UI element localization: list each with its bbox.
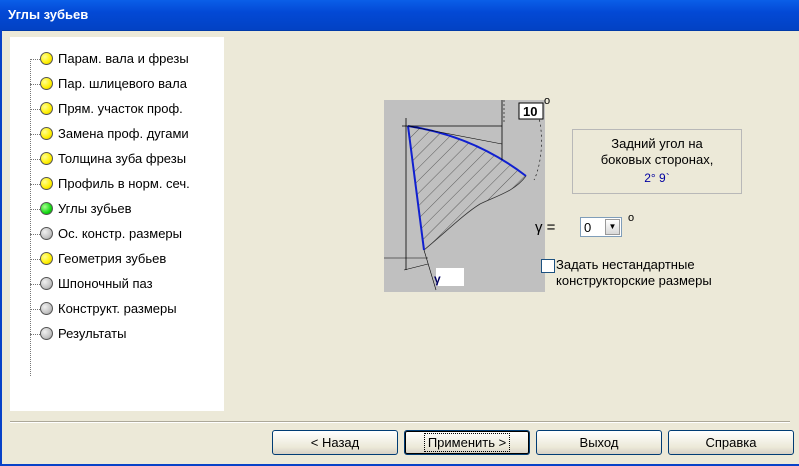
tree-item-main-dimensions[interactable]: Ос. констр. размеры — [30, 224, 230, 244]
window-title: Углы зубьев — [8, 7, 89, 22]
tree-item-normal-profile[interactable]: Профиль в норм. сеч. — [30, 174, 230, 194]
tooth-angle-diagram: 10 o γ — [384, 95, 550, 292]
relief-angle-value: 2° 9` — [644, 171, 670, 185]
status-dot-icon — [40, 102, 53, 115]
status-dot-icon — [40, 152, 53, 165]
degree-symbol: o — [544, 95, 551, 107]
tree-item-tooth-geometry[interactable]: Геометрия зубьев — [30, 249, 230, 269]
button-separator — [10, 421, 790, 423]
tree-item-keyway[interactable]: Шпоночный паз — [30, 274, 230, 294]
tree-item-arc-replace[interactable]: Замена проф. дугами — [30, 124, 230, 144]
status-dot-icon — [40, 327, 53, 340]
status-dot-icon — [40, 127, 53, 140]
gamma-value: 0 — [584, 220, 592, 235]
chevron-down-icon[interactable]: ▼ — [605, 219, 620, 235]
gamma-unit: o — [628, 212, 635, 224]
status-dot-icon — [40, 177, 53, 190]
angle-value-label: 10 — [523, 104, 538, 119]
info-line-1: Задний угол на — [611, 136, 703, 151]
status-dot-icon — [40, 302, 53, 315]
back-button[interactable]: < Назад — [272, 430, 398, 455]
apply-button[interactable]: Применить > — [404, 430, 530, 455]
nonstandard-dims-label[interactable]: Задать нестандартные конструкторские раз… — [556, 257, 712, 289]
status-dot-icon — [40, 77, 53, 90]
tree-item-spline-params[interactable]: Пар. шлицевого вала — [30, 74, 230, 94]
exit-button[interactable]: Выход — [536, 430, 662, 455]
tree-item-results[interactable]: Результаты — [30, 324, 230, 344]
status-dot-icon — [40, 227, 53, 240]
gamma-label: γ = — [535, 219, 556, 236]
title-bar: Углы зубьев — [0, 0, 799, 31]
status-dot-icon — [40, 277, 53, 290]
relief-angle-info: Задний угол на боковых сторонах, 2° 9` — [572, 129, 742, 194]
status-dot-icon — [40, 52, 53, 65]
nonstandard-dims-checkbox[interactable] — [541, 259, 555, 273]
tree-item-straight-section[interactable]: Прям. участок проф. — [30, 99, 230, 119]
help-button[interactable]: Справка — [668, 430, 794, 455]
tree-item-tooth-thickness[interactable]: Толщина зуба фрезы — [30, 149, 230, 169]
gamma-select[interactable]: 0 ▼ — [580, 217, 622, 237]
tooth-profile — [408, 126, 526, 250]
status-dot-icon — [40, 202, 53, 215]
tree-item-shaft-params[interactable]: Парам. вала и фрезы — [30, 49, 230, 69]
status-dot-icon — [40, 252, 53, 265]
gamma-symbol: γ — [434, 272, 441, 286]
tree-item-tooth-angles[interactable]: Углы зубьев — [30, 199, 230, 219]
info-line-2: боковых сторонах, — [600, 152, 714, 167]
tree-item-design-dimensions[interactable]: Конструкт. размеры — [30, 299, 230, 319]
navigation-tree: Парам. вала и фрезы Пар. шлицевого вала … — [10, 37, 224, 411]
